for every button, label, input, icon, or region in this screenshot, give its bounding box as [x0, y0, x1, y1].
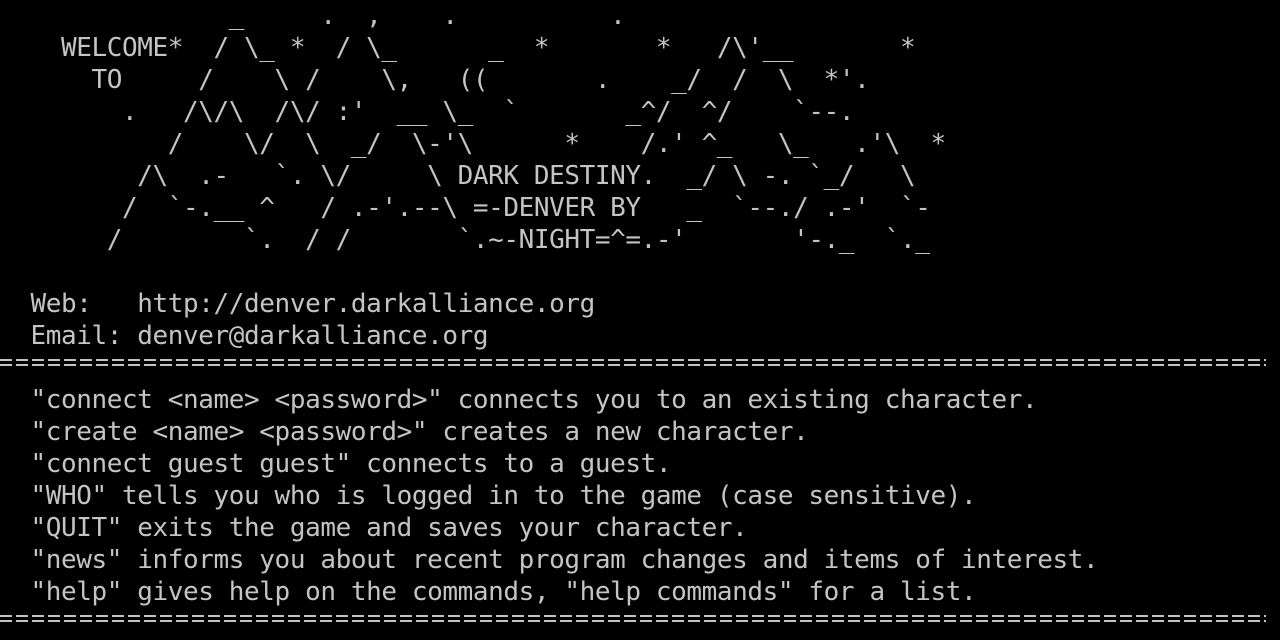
- banner-art-line-2: WELCOME* / \_ * / \_ _ * * /\'__ *: [0, 33, 916, 63]
- banner-art-line-7: / `-.__ ^ / .-'.--\ =-DENVER BY _ `--./ …: [0, 193, 931, 223]
- terminal-window[interactable]: _ . , . . WELCOME* / \_ * / \_ _ * * /\'…: [0, 0, 1280, 640]
- web-url-line: Web: http://denver.darkalliance.org: [0, 289, 595, 319]
- banner-art-line-3: TO / \ / \, (( . _/ / \ *'.: [0, 65, 870, 95]
- command-help-news: "news" informs you about recent program …: [0, 545, 1099, 575]
- banner-art-line-5: / \/ \ _/ \-'\ * /.' ^_ \_ .'\ *: [0, 129, 946, 159]
- command-help-guest: "connect guest guest" connects to a gues…: [0, 449, 672, 479]
- command-help-quit: "QUIT" exits the game and saves your cha…: [0, 513, 748, 543]
- banner-art-line-8: / `. / / `.~-NIGHT=^=.-' '-._ `._: [0, 225, 931, 255]
- command-help-connect: "connect <name> <password>" connects you…: [0, 385, 1038, 415]
- banner-art-line-4: . /\/\ /\/ :' __ \_ ` _^/ ^/ `--.: [0, 97, 855, 127]
- separator-top: [0, 356, 1266, 368]
- banner-art-line-1: _ . , . .: [0, 1, 626, 31]
- banner-art-line-6: /\ .- `. \/ \ DARK DESTINY. _/ \ -. `_/ …: [0, 161, 916, 191]
- separator-bottom: [0, 612, 1266, 624]
- command-help-who: "WHO" tells you who is logged in to the …: [0, 481, 977, 511]
- email-line: Email: denver@darkalliance.org: [0, 321, 489, 351]
- command-help-help: "help" gives help on the commands, "help…: [0, 577, 977, 607]
- command-help-create: "create <name> <password>" creates a new…: [0, 417, 809, 447]
